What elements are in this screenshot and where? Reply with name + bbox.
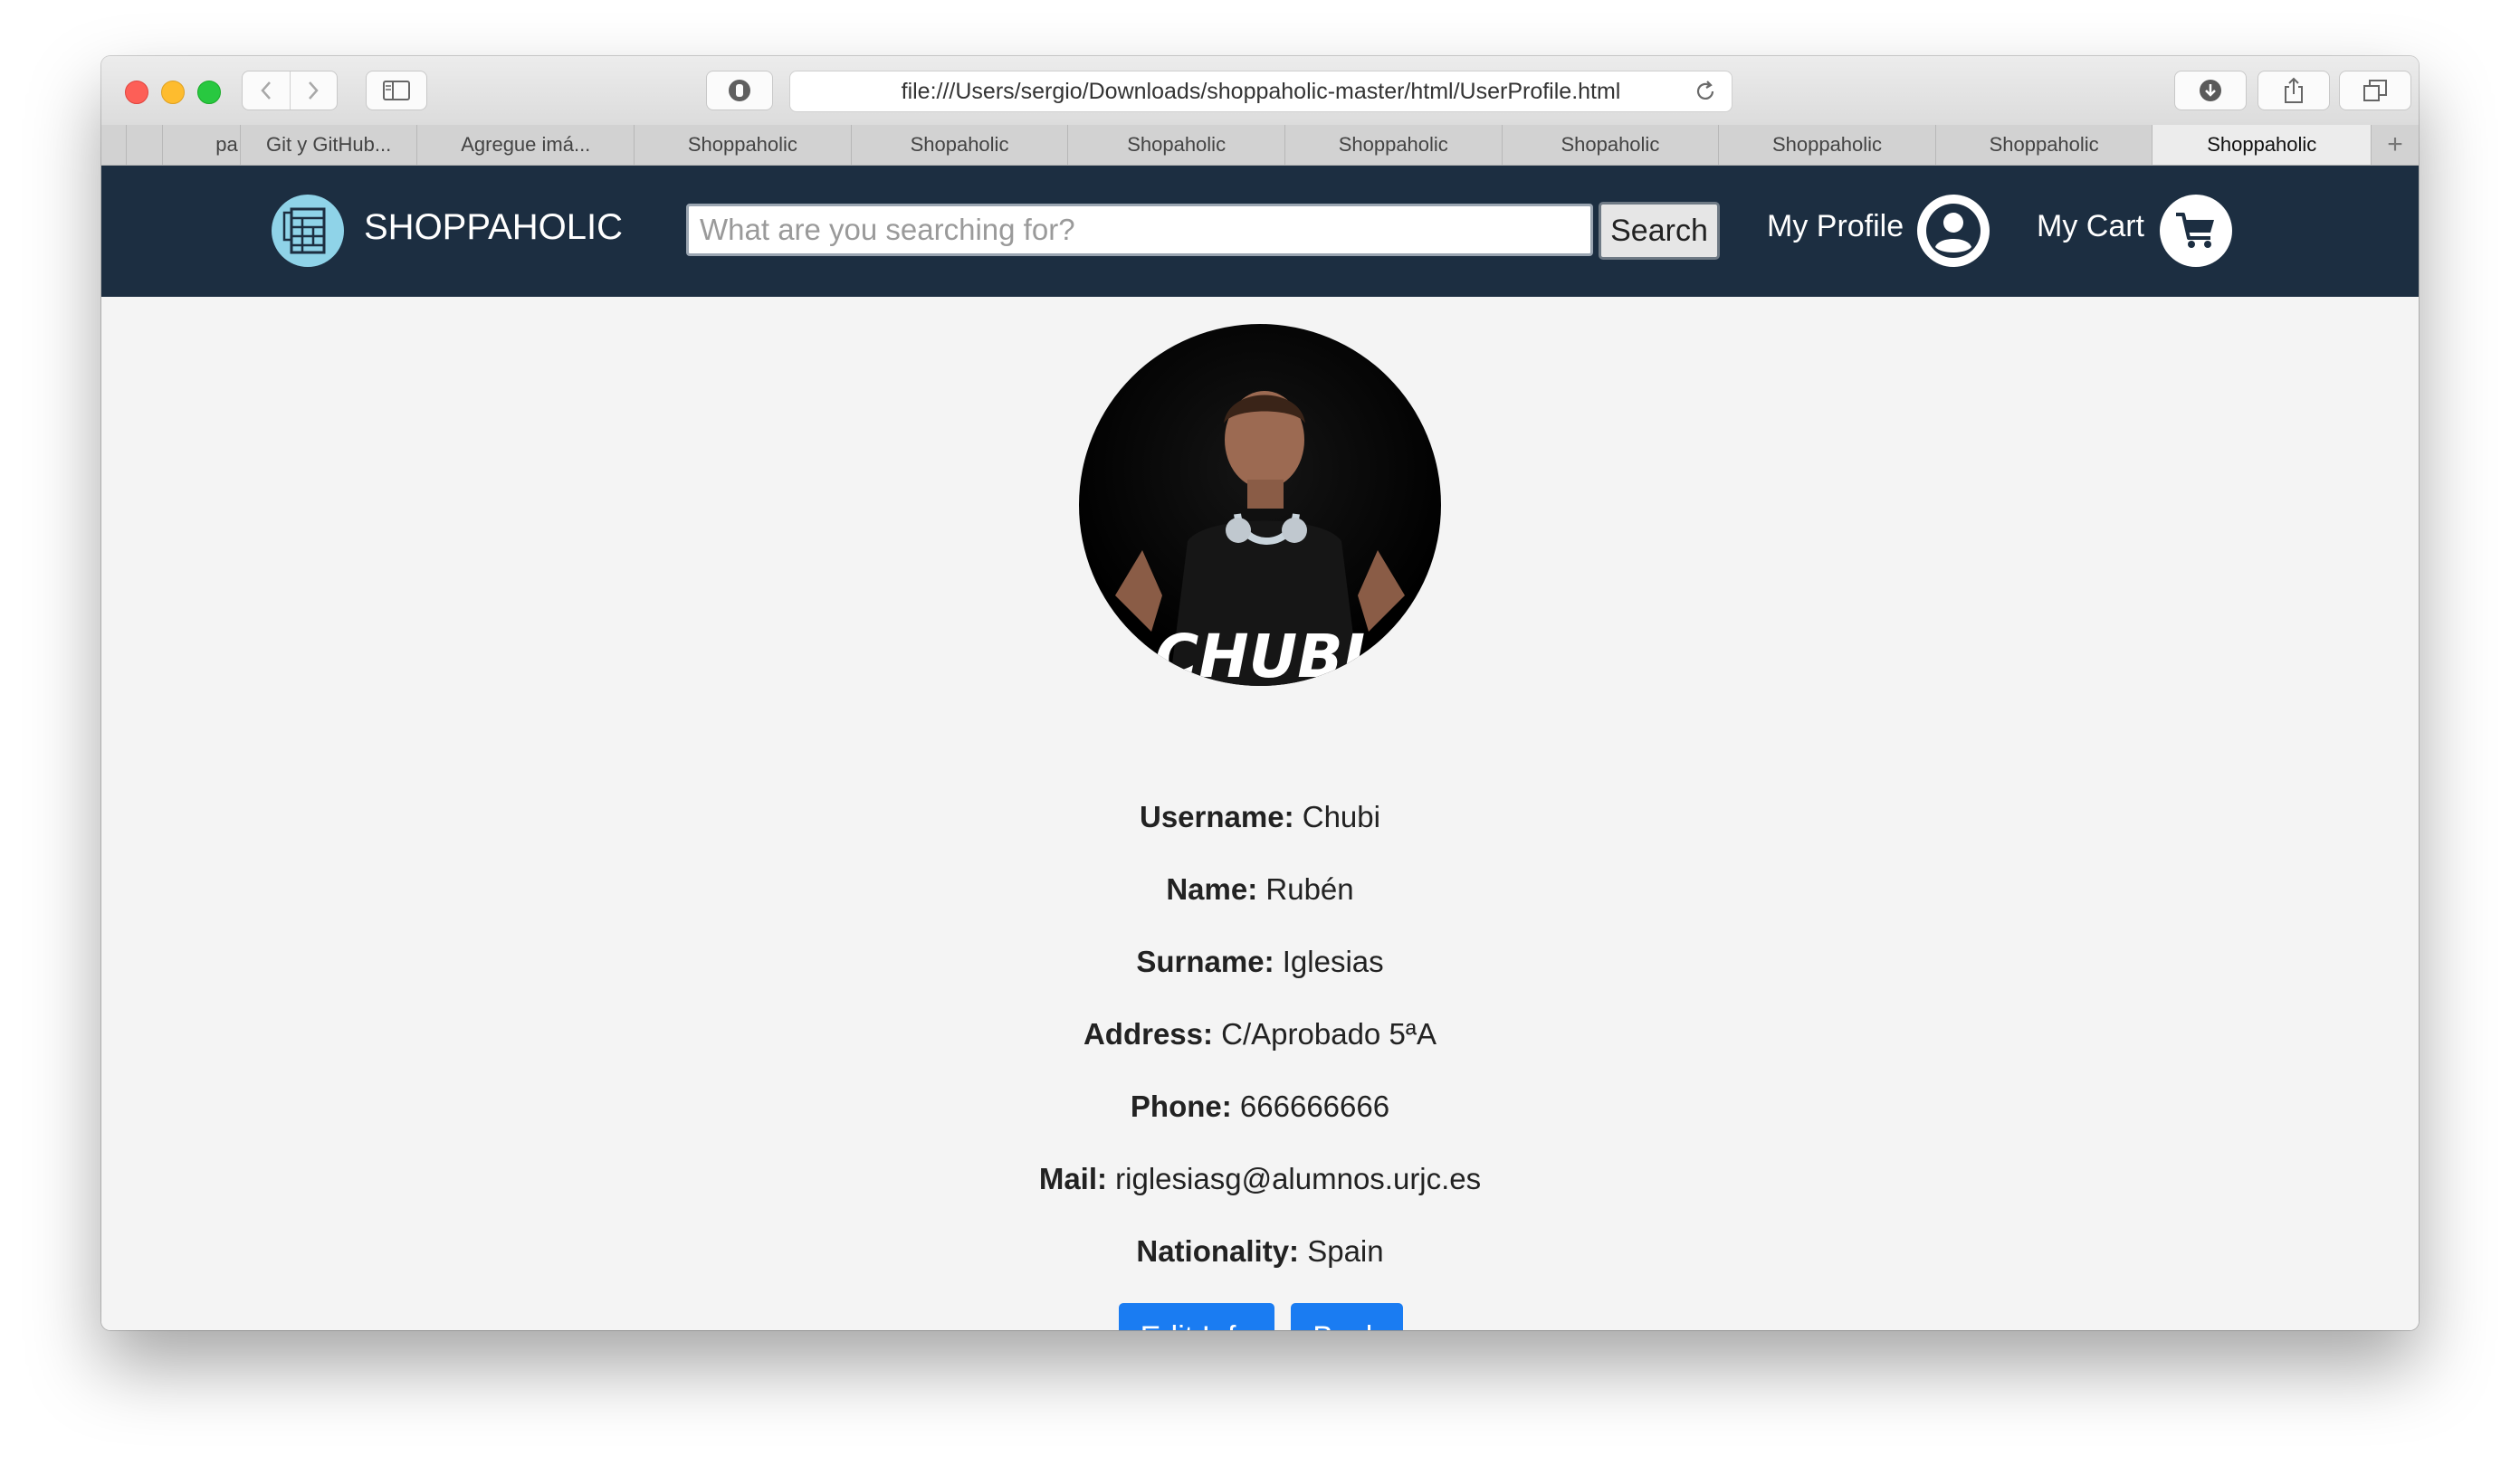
tab-label: Shoppaholic xyxy=(1338,133,1448,156)
field-label: Username: xyxy=(1140,800,1294,833)
share-icon[interactable] xyxy=(2258,71,2330,110)
tab-agregue[interactable]: Agregue imá... xyxy=(417,125,635,165)
field-value: Rubén xyxy=(1265,872,1354,906)
forward-arrow-icon[interactable] xyxy=(291,71,338,109)
browser-window: file:///Users/sergio/Downloads/shoppahol… xyxy=(101,56,2419,1330)
new-tab-button[interactable]: + xyxy=(2372,125,2419,165)
tab-label: Git y GitHub... xyxy=(266,133,392,156)
profile-photo: CHUBI xyxy=(1079,324,1441,686)
field-value: Iglesias xyxy=(1282,945,1384,978)
tab-label: Agregue imá... xyxy=(461,133,591,156)
reload-icon[interactable] xyxy=(1694,80,1717,109)
field-label: Name: xyxy=(1166,872,1258,906)
tab-label: pa xyxy=(215,133,238,156)
site-navbar: SHOPPAHOLIC Search My Profile My Cart xyxy=(101,166,2419,297)
tab-label: Shoppaholic xyxy=(2207,133,2317,156)
tab-shopaholic[interactable]: Shopaholic xyxy=(1068,125,1285,165)
tab-shoppaholic[interactable]: Shoppaholic xyxy=(635,125,852,165)
tab-shoppaholic[interactable]: Shoppaholic xyxy=(1285,125,1503,165)
tab-empty[interactable] xyxy=(101,125,127,165)
history-nav-group xyxy=(242,71,338,110)
search-button[interactable]: Search xyxy=(1599,202,1720,260)
tab-label: Shoppaholic xyxy=(687,133,797,156)
avatar-caption: CHUBI xyxy=(1155,622,1365,686)
tab-label: Shopaholic xyxy=(910,133,1009,156)
sidebar-icon[interactable] xyxy=(366,71,427,110)
surname-row: Surname: Iglesias xyxy=(101,945,2419,979)
field-value: C/Aprobado 5ªA xyxy=(1221,1017,1437,1051)
zoom-window-button[interactable] xyxy=(197,81,221,104)
tab-shoppaholic[interactable]: Shoppaholic xyxy=(1936,125,2153,165)
username-row: Username: Chubi xyxy=(101,800,2419,834)
plus-icon: + xyxy=(2387,129,2403,159)
mail-row: Mail: riglesiasg@alumnos.urjc.es xyxy=(101,1162,2419,1196)
brand-name[interactable]: SHOPPAHOLIC xyxy=(364,207,623,248)
field-label: Phone: xyxy=(1130,1090,1232,1123)
tabs-overview-icon[interactable] xyxy=(2339,71,2411,110)
tab-shoppaholic[interactable]: Shoppaholic xyxy=(1719,125,1936,165)
privacy-shield-icon[interactable] xyxy=(706,71,773,110)
phone-row: Phone: 666666666 xyxy=(101,1090,2419,1124)
store-logo-icon[interactable] xyxy=(272,195,344,267)
tab-shopaholic[interactable]: Shopaholic xyxy=(1503,125,1720,165)
tab-label: Shopaholic xyxy=(1561,133,1660,156)
address-row: Address: C/Aprobado 5ªA xyxy=(101,1017,2419,1052)
my-cart-link[interactable]: My Cart xyxy=(2037,209,2144,244)
tab-pa[interactable]: pa xyxy=(163,125,241,165)
my-profile-link[interactable]: My Profile xyxy=(1767,209,1904,244)
tab-shopaholic[interactable]: Shopaholic xyxy=(852,125,1069,165)
field-value: Spain xyxy=(1307,1234,1384,1268)
field-value: Chubi xyxy=(1302,800,1380,833)
edit-info-button[interactable]: Edit Info xyxy=(1119,1303,1274,1330)
nationality-row: Nationality: Spain xyxy=(101,1234,2419,1269)
tab-label: Shoppaholic xyxy=(1771,133,1883,156)
field-value: 666666666 xyxy=(1239,1090,1390,1123)
close-window-button[interactable] xyxy=(125,81,148,104)
tab-shoppaholic-active[interactable]: Shoppaholic xyxy=(2152,125,2372,165)
tab-empty[interactable] xyxy=(127,125,163,165)
field-label: Address: xyxy=(1083,1017,1213,1051)
download-icon[interactable] xyxy=(2174,71,2247,110)
shopping-cart-icon[interactable] xyxy=(2160,195,2232,267)
minimize-window-button[interactable] xyxy=(161,81,185,104)
user-avatar-icon[interactable] xyxy=(1917,195,1990,267)
browser-toolbar: file:///Users/sergio/Downloads/shoppahol… xyxy=(101,56,2419,126)
tab-label: Shoppaholic xyxy=(1989,133,2099,156)
tab-label: Shopaholic xyxy=(1127,133,1227,156)
back-arrow-icon[interactable] xyxy=(243,71,291,109)
url-text: file:///Users/sergio/Downloads/shoppahol… xyxy=(901,78,1621,104)
field-label: Mail: xyxy=(1038,1162,1107,1195)
field-label: Nationality: xyxy=(1136,1234,1300,1268)
field-value: riglesiasg@alumnos.urjc.es xyxy=(1115,1162,1482,1195)
tab-bar: pa Git y GitHub... Agregue imá... Shoppa… xyxy=(101,125,2419,166)
address-bar[interactable]: file:///Users/sergio/Downloads/shoppahol… xyxy=(789,71,1732,112)
field-label: Surname: xyxy=(1136,945,1274,978)
name-row: Name: Rubén xyxy=(101,872,2419,907)
tab-git-github[interactable]: Git y GitHub... xyxy=(241,125,418,165)
profile-content: CHUBI Username: Chubi Name: Rubén Surnam… xyxy=(101,297,2419,1330)
back-button[interactable]: Back xyxy=(1291,1303,1403,1330)
search-input[interactable] xyxy=(686,204,1593,256)
